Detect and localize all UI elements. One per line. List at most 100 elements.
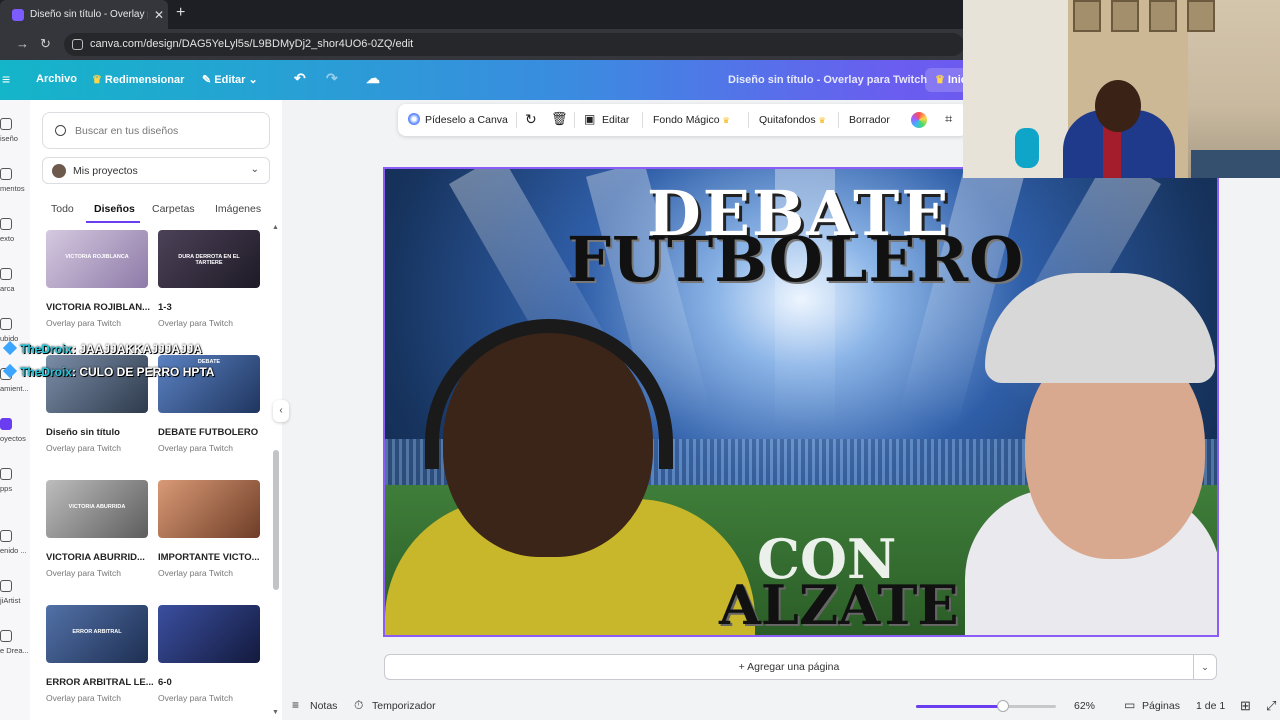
artist-icon [0, 580, 12, 592]
rail-item-dream[interactable]: e Drea... [0, 630, 30, 655]
design-type: Overlay para Twitch [158, 568, 233, 578]
design-card[interactable]: Diseño sin título Overlay para Twitch [46, 355, 148, 453]
design-thumbnail[interactable]: DURA DERROTA EN EL TARTIERE [158, 230, 260, 288]
chevron-down-icon[interactable]: ⌄ [1194, 654, 1217, 680]
magic-background-button[interactable]: Fondo Mágico ♛ [653, 114, 730, 126]
thumbnail-caption: DURA DERROTA EN EL TARTIERE [178, 254, 240, 266]
menu-icon[interactable]: ≡ [2, 71, 10, 87]
scroll-down-icon[interactable]: ▼ [272, 709, 279, 716]
rail-item-uploads[interactable]: ubido [0, 318, 30, 343]
redo-icon[interactable]: ↷ [326, 70, 338, 87]
rail-item-projects[interactable]: oyectos [0, 418, 30, 443]
collapse-panel-button[interactable]: ‹ [273, 400, 289, 422]
tab-title: Diseño sin título - Overlay para [30, 9, 148, 20]
design-card[interactable]: VICTORIA ABURRIDA VICTORIA ABURRID... Ov… [46, 480, 148, 578]
design-thumbnail[interactable]: ERROR ARBITRAL [46, 605, 148, 663]
rail-item-artist[interactable]: jiArtist [0, 580, 30, 605]
projects-selector[interactable]: Mis proyectos ⌄ [42, 157, 270, 184]
rotate-icon[interactable]: ↻ [525, 111, 537, 128]
zoom-slider-handle[interactable] [996, 700, 1009, 712]
add-page-button[interactable]: + Agregar una página [384, 654, 1194, 680]
pages-button[interactable]: Páginas [1142, 700, 1180, 712]
grid-view-icon[interactable]: ⊞ [1240, 698, 1251, 714]
zoom-slider[interactable] [916, 700, 1056, 712]
tab-folders[interactable]: Carpetas [152, 203, 195, 215]
resize-button[interactable]: ♛ Redimensionar [92, 73, 184, 86]
design-thumbnail[interactable]: DEBATE [158, 355, 260, 413]
design-thumbnail[interactable]: VICTORIA ROJIBLANCA [46, 230, 148, 288]
search-input[interactable] [75, 121, 255, 141]
search-box[interactable] [42, 112, 270, 149]
text-icon [0, 218, 12, 230]
forward-icon[interactable]: → [16, 36, 29, 51]
fullscreen-icon[interactable]: ⤢ [1266, 698, 1276, 714]
design-canvas[interactable]: DEBATE FUTBOLERO CON ALZATE [383, 167, 1219, 637]
file-menu-button[interactable]: Archivo [36, 73, 77, 85]
tab-images[interactable]: Imágenes [215, 203, 261, 215]
magic-icon [0, 530, 12, 542]
timer-button[interactable]: Temporizador [372, 700, 436, 712]
title-line-futbolero[interactable]: FUTBOLERO [567, 223, 1024, 296]
rail-item-magic[interactable]: enido ... [0, 530, 30, 555]
rail-item-elements[interactable]: mentos [0, 168, 30, 193]
browser-tab[interactable]: Diseño sin título - Overlay para ✕ [0, 0, 168, 29]
design-card[interactable]: IMPORTANTE VICTO... Overlay para Twitch [158, 480, 260, 578]
side-rail: iseño mentos exto arca ubido amient... o… [0, 100, 30, 720]
design-title: VICTORIA ROJIBLAN... [46, 302, 150, 313]
edit-image-button[interactable]: Editar [602, 114, 629, 126]
chat-message: TheDroix: JAAJJAKKAJJJAJJA [2, 340, 202, 356]
edit-mode-button[interactable]: ✎ Editar ⌄ [202, 73, 258, 86]
divider [574, 112, 575, 128]
tab-designs[interactable]: Diseños [94, 203, 135, 215]
color-wheel-icon[interactable] [911, 112, 927, 128]
design-card[interactable]: 6-0 Overlay para Twitch [158, 605, 260, 703]
avatar [52, 164, 66, 178]
context-toolbar: Pídeselo a Canva ↻ 🗑 ▣ Editar Fondo Mági… [398, 104, 968, 136]
url-field[interactable]: canva.com/design/DAG5YeLyl5s/L9BDMyDj2_s… [64, 33, 964, 56]
page-counter: 1 de 1 [1196, 700, 1226, 712]
tab-all[interactable]: Todo [51, 203, 74, 215]
url-text: canva.com/design/DAG5YeLyl5s/L9BDMyDj2_s… [90, 38, 414, 50]
rail-item-design[interactable]: iseño [0, 118, 30, 143]
design-thumbnail[interactable] [158, 480, 260, 538]
panel-scrollbar[interactable] [273, 450, 279, 590]
new-tab-icon[interactable]: + [176, 4, 185, 22]
rail-item-brand[interactable]: arca [0, 268, 30, 293]
design-thumbnail[interactable] [46, 355, 148, 413]
rail-label: jiArtist [0, 596, 21, 605]
remove-background-button[interactable]: Quitafondos ♛ [759, 114, 826, 126]
divider [642, 112, 643, 128]
design-card[interactable]: DEBATE DEBATE FUTBOLERO Overlay para Twi… [158, 355, 260, 453]
site-info-icon[interactable] [72, 39, 83, 50]
crop-icon[interactable]: ⌗ [945, 111, 952, 127]
zoom-level[interactable]: 62% [1074, 700, 1095, 712]
cloud-saved-icon[interactable]: ☁ [366, 70, 380, 87]
rail-item-apps[interactable]: pps [0, 468, 30, 493]
notes-button[interactable]: Notas [310, 700, 337, 712]
chat-message: TheDroix: CULO DE PERRO HPTA [2, 363, 214, 379]
design-thumbnail[interactable]: VICTORIA ABURRIDA [46, 480, 148, 538]
design-thumbnail[interactable] [158, 605, 260, 663]
eraser-button[interactable]: Borrador [849, 114, 890, 126]
tab-close-icon[interactable]: ✕ [154, 8, 164, 22]
design-type: Overlay para Twitch [46, 568, 121, 578]
gem-icon [2, 363, 18, 379]
reload-icon[interactable]: ↻ [40, 36, 51, 52]
crown-icon: ♛ [935, 74, 948, 86]
rail-label: enido ... [0, 546, 27, 555]
trash-icon[interactable]: 🗑 [551, 111, 568, 127]
design-title: IMPORTANTE VICTO... [158, 552, 260, 563]
dream-icon [0, 630, 12, 642]
rail-item-text[interactable]: exto [0, 218, 30, 243]
design-card[interactable]: DURA DERROTA EN EL TARTIERE 1-3 Overlay … [158, 230, 260, 328]
ask-canva-button[interactable]: Pídeselo a Canva [425, 114, 508, 126]
undo-icon[interactable]: ↶ [294, 70, 306, 87]
design-card[interactable]: VICTORIA ROJIBLANCA VICTORIA ROJIBLAN...… [46, 230, 150, 328]
design-card[interactable]: ERROR ARBITRAL ERROR ARBITRAL LE... Over… [46, 605, 154, 703]
zoom-slider-fill [916, 705, 1003, 708]
rail-label: oyectos [0, 434, 26, 443]
scroll-up-icon[interactable]: ▲ [272, 224, 279, 231]
document-title[interactable]: Diseño sin título - Overlay para Twitch [728, 74, 927, 86]
text-alzate[interactable]: ALZATE [719, 573, 959, 635]
design-type: Overlay para Twitch [46, 318, 121, 328]
